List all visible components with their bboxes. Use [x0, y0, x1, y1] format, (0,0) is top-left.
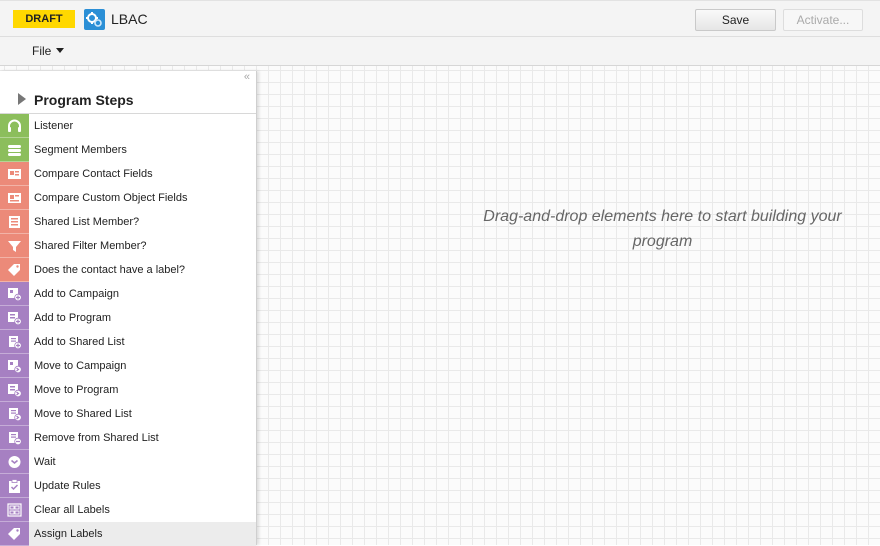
clock-icon	[0, 450, 29, 474]
program-step-label: Add to Program	[34, 312, 112, 324]
program-step-label: Update Rules	[34, 480, 101, 492]
program-step-item[interactable]: Update Rules	[0, 474, 256, 498]
activate-button[interactable]: Activate...	[783, 9, 863, 31]
program-step-item[interactable]: Move to Program	[0, 378, 256, 402]
program-step-item[interactable]: Move to Shared List	[0, 402, 256, 426]
program-step-label: Move to Shared List	[34, 408, 132, 420]
remove-list-icon	[0, 426, 29, 450]
program-title: LBAC	[111, 11, 148, 27]
program-step-item[interactable]: Clear all Labels	[0, 498, 256, 522]
add-campaign-icon	[0, 282, 29, 306]
program-step-label: Compare Contact Fields	[34, 168, 153, 180]
file-menu[interactable]: File	[32, 44, 65, 58]
collapse-panel-icon[interactable]: «	[244, 71, 250, 83]
program-step-item[interactable]: Compare Custom Object Fields	[0, 186, 256, 210]
segment-icon	[0, 138, 29, 162]
file-menu-label: File	[32, 44, 52, 58]
program-step-item[interactable]: Add to Shared List	[0, 330, 256, 354]
program-step-item[interactable]: Assign Labels	[0, 522, 256, 546]
assign-label-icon	[0, 522, 29, 546]
contact-card-icon	[0, 162, 29, 186]
program-step-item[interactable]: Wait	[0, 450, 256, 474]
move-list-icon	[0, 402, 29, 426]
program-step-label: Compare Custom Object Fields	[34, 192, 188, 204]
add-program-icon	[0, 306, 29, 330]
move-campaign-icon	[0, 354, 29, 378]
program-step-item[interactable]: Add to Program	[0, 306, 256, 330]
custom-object-icon	[0, 186, 29, 210]
add-list-icon	[0, 330, 29, 354]
program-steps-title: Program Steps	[34, 92, 134, 108]
program-step-label: Listener	[34, 120, 74, 132]
program-step-label: Shared List Member?	[34, 216, 140, 228]
program-step-item[interactable]: Shared List Member?	[0, 210, 256, 234]
clear-labels-icon	[0, 498, 29, 522]
program-step-label: Remove from Shared List	[34, 432, 159, 444]
program-step-label: Does the contact have a label?	[34, 264, 186, 276]
clipboard-icon	[0, 474, 29, 498]
program-step-item[interactable]: Compare Contact Fields	[0, 162, 256, 186]
program-gear-icon	[84, 9, 105, 30]
menu-bar: File	[0, 37, 880, 66]
program-step-label: Shared Filter Member?	[34, 240, 147, 252]
program-step-label: Clear all Labels	[34, 504, 110, 516]
program-steps-panel: « Program Steps Listener Segment Members C…	[0, 71, 257, 546]
list-icon	[0, 210, 29, 234]
program-step-label: Add to Campaign	[34, 288, 119, 300]
program-step-label: Add to Shared List	[34, 336, 125, 348]
move-program-icon	[0, 378, 29, 402]
program-steps-list: Listener Segment Members Compare Contact F…	[0, 114, 256, 546]
program-step-label: Wait	[34, 456, 56, 468]
program-step-item[interactable]: Does the contact have a label?	[0, 258, 256, 282]
program-step-item[interactable]: Shared Filter Member?	[0, 234, 256, 258]
program-step-label: Segment Members	[34, 144, 127, 156]
filter-icon	[0, 234, 29, 258]
top-toolbar: DRAFT LBAC Save Activate...	[0, 0, 880, 37]
headphones-icon	[0, 114, 29, 138]
program-step-item[interactable]: Remove from Shared List	[0, 426, 256, 450]
tag-icon	[0, 258, 29, 282]
program-step-label: Move to Program	[34, 384, 119, 396]
program-steps-header[interactable]: Program Steps	[0, 89, 256, 114]
canvas-hint: Drag-and-drop elements here to start bui…	[483, 208, 842, 250]
caret-down-icon	[56, 48, 65, 53]
program-step-item[interactable]: Segment Members	[0, 138, 256, 162]
save-button[interactable]: Save	[695, 9, 776, 31]
program-step-label: Assign Labels	[34, 528, 103, 540]
program-step-label: Move to Campaign	[34, 360, 127, 372]
program-step-item[interactable]: Move to Campaign	[0, 354, 256, 378]
expand-arrow-icon	[18, 93, 26, 105]
program-step-item[interactable]: Listener	[0, 114, 256, 138]
program-step-item[interactable]: Add to Campaign	[0, 282, 256, 306]
draft-badge: DRAFT	[13, 10, 75, 28]
